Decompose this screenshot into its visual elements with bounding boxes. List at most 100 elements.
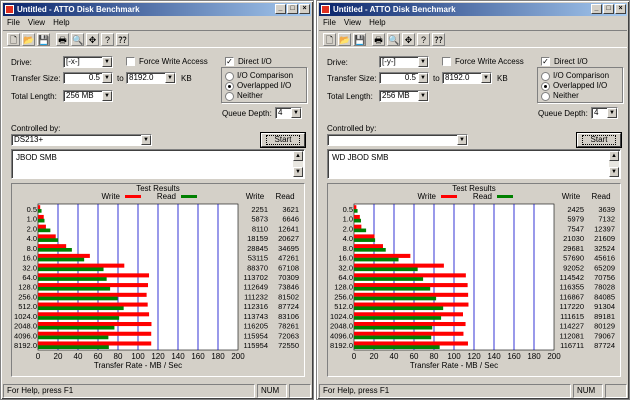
chevron-down-icon[interactable]: ▼ [607, 108, 617, 118]
maximize-button[interactable]: □ [287, 4, 298, 14]
chevron-down-icon[interactable]: ▼ [102, 91, 112, 101]
scroll-up-icon[interactable]: ▲ [293, 151, 303, 161]
queue-depth-select[interactable]: 4 ▼ [591, 107, 618, 119]
write-bar [354, 244, 383, 249]
force-write-checkbox[interactable] [442, 57, 451, 66]
description-scrollbar[interactable]: ▲ ▼ [609, 151, 619, 177]
save-icon[interactable]: 💾 [37, 33, 50, 46]
start-button[interactable]: Start [260, 132, 306, 148]
read-bar [354, 218, 361, 223]
neither-radio[interactable] [225, 92, 234, 101]
title-bar[interactable]: Untitled - ATTO Disk Benchmark _ □ × [3, 3, 311, 16]
overlapped-io-radio[interactable] [225, 82, 234, 91]
category-label: 2048.0 [14, 322, 37, 331]
chevron-down-icon[interactable]: ▼ [418, 73, 428, 83]
queue-depth-select[interactable]: 4 ▼ [275, 107, 302, 119]
overlapped-io-radio[interactable] [541, 82, 550, 91]
category-label: 512.0 [334, 302, 353, 311]
drive-select[interactable]: [-x-] ▼ [63, 56, 113, 68]
menu-view[interactable]: View [28, 17, 45, 29]
minimize-button[interactable]: _ [275, 4, 286, 14]
transfer-size-to-select[interactable]: 8192.0 ▼ [442, 72, 492, 84]
save-icon[interactable]: 💾 [353, 33, 366, 46]
read-bar [354, 267, 418, 272]
read-value: 80129 [594, 322, 615, 331]
drive-label: Drive: [11, 58, 32, 67]
io-comparison-radio[interactable] [225, 72, 234, 81]
neither-radio[interactable] [541, 92, 550, 101]
transfer-size-from-select[interactable]: 0.5 ▼ [379, 72, 429, 84]
close-button[interactable]: × [299, 4, 310, 14]
transfer-size-to-select[interactable]: 8192.0 ▼ [126, 72, 176, 84]
chevron-down-icon[interactable]: ▼ [102, 57, 112, 67]
transfer-size-label: Transfer Size: [11, 74, 61, 83]
write-bar [38, 341, 152, 346]
chevron-down-icon[interactable]: ▼ [418, 57, 428, 67]
minimize-button[interactable]: _ [591, 4, 602, 14]
scroll-down-icon[interactable]: ▼ [293, 167, 303, 177]
print-icon[interactable]: 🖶 [372, 33, 385, 46]
category-label: 1.0 [27, 215, 37, 224]
scroll-up-icon[interactable]: ▲ [609, 151, 619, 161]
print-icon[interactable]: 🖶 [56, 33, 69, 46]
new-file-icon[interactable]: 🗋 [323, 33, 336, 46]
description-scrollbar[interactable]: ▲ ▼ [293, 151, 303, 177]
force-write-checkbox[interactable] [126, 57, 135, 66]
drive-select[interactable]: [-y-] ▼ [379, 56, 429, 68]
start-button-label: Start [265, 135, 301, 145]
open-folder-icon[interactable]: 📂 [338, 33, 351, 46]
title-bar[interactable]: Untitled - ATTO Disk Benchmark _ □ × [319, 3, 627, 16]
controlled-by-select[interactable]: DS213+ ▼ [11, 134, 152, 146]
chevron-down-icon[interactable]: ▼ [481, 73, 491, 83]
print-preview-icon[interactable]: 🔍 [71, 33, 84, 46]
category-label: 4096.0 [330, 331, 353, 340]
context-help-icon[interactable]: ⁇ [432, 33, 445, 46]
chevron-down-icon[interactable]: ▼ [457, 135, 467, 145]
read-bar [38, 228, 51, 233]
chevron-down-icon[interactable]: ▼ [141, 135, 151, 145]
chevron-down-icon[interactable]: ▼ [291, 108, 301, 118]
write-value: 53115 [248, 254, 268, 263]
close-button[interactable]: × [615, 4, 626, 14]
transfer-size-from-select[interactable]: 0.5 ▼ [63, 72, 113, 84]
menu-file[interactable]: File [323, 17, 336, 29]
print-preview-icon[interactable]: 🔍 [387, 33, 400, 46]
chevron-down-icon[interactable]: ▼ [165, 73, 175, 83]
write-bar [38, 214, 44, 219]
direct-io-checkbox[interactable]: ✓ [541, 57, 550, 66]
direct-io-checkbox[interactable]: ✓ [225, 57, 234, 66]
new-file-icon[interactable]: 🗋 [7, 33, 20, 46]
x-tick-label: 160 [507, 352, 521, 361]
menu-help[interactable]: Help [53, 17, 69, 29]
description-textarea[interactable]: WD JBOD SMB ▲ ▼ [327, 149, 621, 179]
maximize-button[interactable]: □ [603, 4, 614, 14]
test-results-panel: Test Results Write Read Write Read 0 20 40 60 80 1… [11, 183, 305, 377]
test-results-chart: Test ResultsWrite Read Write Read0 20 40 60 80 1… [330, 184, 615, 370]
drive-label: Drive: [327, 58, 348, 67]
menu-view[interactable]: View [344, 17, 361, 29]
total-length-select[interactable]: 256 MB ▼ [379, 90, 429, 102]
move-icon[interactable]: ✥ [402, 33, 415, 46]
scroll-down-icon[interactable]: ▼ [609, 167, 619, 177]
read-bar [38, 306, 124, 311]
controlled-by-select[interactable]: ▼ [327, 134, 468, 146]
start-button[interactable]: Start [576, 132, 622, 148]
app-icon [5, 5, 14, 14]
menu-help[interactable]: Help [369, 17, 385, 29]
description-textarea[interactable]: JBOD SMB ▲ ▼ [11, 149, 305, 179]
total-length-select[interactable]: 256 MB ▼ [63, 90, 113, 102]
open-folder-icon[interactable]: 📂 [22, 33, 35, 46]
move-icon[interactable]: ✥ [86, 33, 99, 46]
write-value: 114227 [560, 322, 584, 331]
chevron-down-icon[interactable]: ▼ [418, 91, 428, 101]
write-value: 114542 [560, 273, 584, 282]
direct-io-label: Direct I/O [238, 57, 272, 66]
menu-file[interactable]: File [7, 17, 20, 29]
io-comparison-radio[interactable] [541, 72, 550, 81]
about-icon[interactable]: ? [417, 33, 430, 46]
chevron-down-icon[interactable]: ▼ [102, 73, 112, 83]
read-bar [354, 286, 431, 291]
about-icon[interactable]: ? [101, 33, 114, 46]
context-help-icon[interactable]: ⁇ [116, 33, 129, 46]
x-tick-label: 140 [487, 352, 501, 361]
